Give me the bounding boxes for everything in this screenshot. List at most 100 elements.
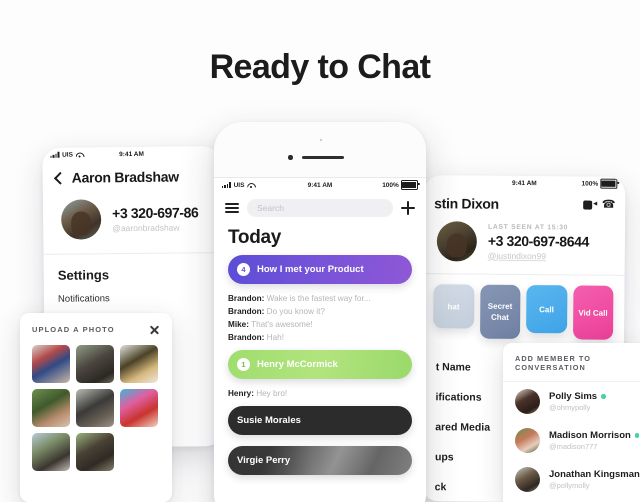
chat-button[interactable]: hat <box>433 284 474 329</box>
conversation-name: Virgie Perry <box>237 455 291 466</box>
photo-thumbnail[interactable] <box>120 345 158 383</box>
hamburger-menu-icon[interactable] <box>225 202 239 214</box>
wifi-icon <box>76 152 83 158</box>
online-status-icon <box>634 433 640 438</box>
message-sender: Mike: <box>228 320 249 329</box>
conversation-name: Susie Morales <box>237 415 301 426</box>
left-header: Aaron Bradshaw <box>43 160 221 192</box>
video-camera-icon[interactable] <box>583 200 597 209</box>
right-last-seen: LAST SEEN AT 15:30 <box>487 223 569 231</box>
message-text: Hah! <box>266 333 284 342</box>
add-member-panel: ADD MEMBER TO CONVERSATION Polly Sims @o… <box>503 343 640 502</box>
signal-bars-icon <box>50 151 60 158</box>
avatar <box>515 389 540 414</box>
center-phone-screen: UIS 9:41 AM 100% Search Today 4 How I me… <box>214 177 426 502</box>
photo-thumbnail[interactable] <box>76 433 114 471</box>
conversation-item[interactable]: 4 How I met your Product <box>228 255 412 284</box>
call-button[interactable]: Call <box>526 285 567 334</box>
left-statusbar-left: UIS <box>50 151 82 158</box>
center-statusbar: UIS 9:41 AM 100% <box>214 178 426 192</box>
right-handle: @justindixon99 <box>487 250 547 261</box>
center-carrier-label: UIS <box>233 181 245 189</box>
center-statusbar-left: UIS <box>222 182 254 189</box>
avatar <box>515 428 540 453</box>
conversation-item[interactable]: Susie Morales <box>228 406 412 435</box>
photo-thumbnail[interactable] <box>76 345 114 383</box>
conversation-item[interactable]: 1 Henry McCormick <box>228 350 412 379</box>
message-sender: Brandon: <box>228 294 265 303</box>
member-name: Madison Morrison <box>549 429 631 441</box>
photo-grid <box>20 343 172 483</box>
signal-bars-icon <box>222 182 231 188</box>
message-preview-list: Henry: Hey bro! <box>214 385 426 406</box>
video-call-button[interactable]: Vid Call <box>572 285 614 340</box>
search-input[interactable]: Search <box>247 199 393 217</box>
right-statusbar: 9:41 AM 100% <box>423 175 625 191</box>
wifi-icon <box>247 182 254 188</box>
member-info: Polly Sims @ohmypolly <box>549 391 606 413</box>
message-preview-list: Brandon: Wake is the fastest way for... … <box>214 290 426 350</box>
center-statusbar-right: 100% <box>382 180 420 190</box>
upload-panel-header: UPLOAD A PHOTO <box>20 313 172 343</box>
left-carrier-label: UIS <box>62 151 73 159</box>
avatar <box>60 199 102 240</box>
chevron-left-icon[interactable] <box>53 171 67 185</box>
message-text: Wake is the fastest way for... <box>266 294 371 303</box>
upload-panel-title: UPLOAD A PHOTO <box>32 325 115 334</box>
member-name-wrap: Jonathan Kingsman <box>549 469 640 480</box>
avatar <box>515 467 540 492</box>
message-preview: Brandon: Wake is the fastest way for... <box>228 292 412 305</box>
conversation-item[interactable]: Virgie Perry <box>228 446 412 475</box>
unread-badge: 1 <box>237 358 250 371</box>
message-sender: Henry: <box>228 389 254 398</box>
member-list-item[interactable]: Polly Sims @ohmypolly <box>503 382 640 421</box>
member-list-item[interactable]: Jonathan Kingsman @pollymolly <box>503 460 640 499</box>
photo-thumbnail[interactable] <box>32 345 70 383</box>
member-handle: @pollymolly <box>549 481 590 491</box>
right-statusbar-right: 100% <box>581 178 618 189</box>
phone-center-chatlist: UIS 9:41 AM 100% Search Today 4 How I me… <box>214 122 426 502</box>
message-preview: Brandon: Hah! <box>228 331 412 344</box>
left-settings-heading: Settings <box>57 267 110 283</box>
right-header: stin Dixon ☎ <box>423 189 625 217</box>
photo-thumbnail[interactable] <box>120 389 158 427</box>
upload-photo-panel: UPLOAD A PHOTO <box>20 313 172 502</box>
right-battery-label: 100% <box>581 180 599 188</box>
right-phone-number: +3 320-697-8644 <box>487 232 589 250</box>
poster-stage: Ready to Chat UIS 9:41 AM Aaron Bradshaw… <box>0 0 640 502</box>
message-preview: Brandon: Do you know it? <box>228 305 412 318</box>
add-member-panel-title: ADD MEMBER TO CONVERSATION <box>515 354 591 372</box>
member-list-item[interactable]: Madison Morrison @madison777 <box>503 421 640 460</box>
message-sender: Brandon: <box>228 333 265 342</box>
member-handle: @madison777 <box>549 442 598 452</box>
center-battery-label: 100% <box>382 181 399 189</box>
member-info: Madison Morrison @madison777 <box>549 429 640 452</box>
photo-thumbnail[interactable] <box>76 389 114 427</box>
plus-icon[interactable] <box>401 201 415 215</box>
avatar <box>436 221 478 262</box>
phone-bezel-top <box>214 122 426 177</box>
member-name: Jonathan Kingsman <box>549 468 640 480</box>
battery-icon <box>600 178 618 189</box>
unread-badge: 4 <box>237 263 250 276</box>
member-name-wrap: Madison Morrison <box>549 429 640 441</box>
photo-thumbnail[interactable] <box>32 389 70 427</box>
left-profile-block: +3 320-697-86 @aaronbradshaw <box>43 190 222 254</box>
message-preview: Henry: Hey bro! <box>228 387 412 400</box>
left-row-notifications[interactable]: Notifications <box>44 284 222 313</box>
left-contact-title: Aaron Bradshaw <box>71 168 179 186</box>
right-profile-text: LAST SEEN AT 15:30 +3 320-697-8644 @just… <box>488 223 589 261</box>
section-title-today: Today <box>228 227 282 248</box>
front-camera-icon <box>288 155 293 160</box>
message-text: Hey bro! <box>256 389 288 398</box>
photo-thumbnail[interactable] <box>32 433 70 471</box>
member-info: Jonathan Kingsman @pollymolly <box>549 469 640 491</box>
member-handle: @ohmypolly <box>549 403 591 413</box>
close-icon[interactable] <box>149 324 160 335</box>
message-text: That's awesome! <box>251 320 313 329</box>
secret-chat-button[interactable]: Secret Chat <box>479 284 521 339</box>
phone-handset-icon[interactable]: ☎ <box>602 198 616 210</box>
conversation-name: Henry McCormick <box>257 359 338 370</box>
message-preview: Mike: That's awesome! <box>228 318 412 331</box>
battery-icon <box>400 180 420 190</box>
